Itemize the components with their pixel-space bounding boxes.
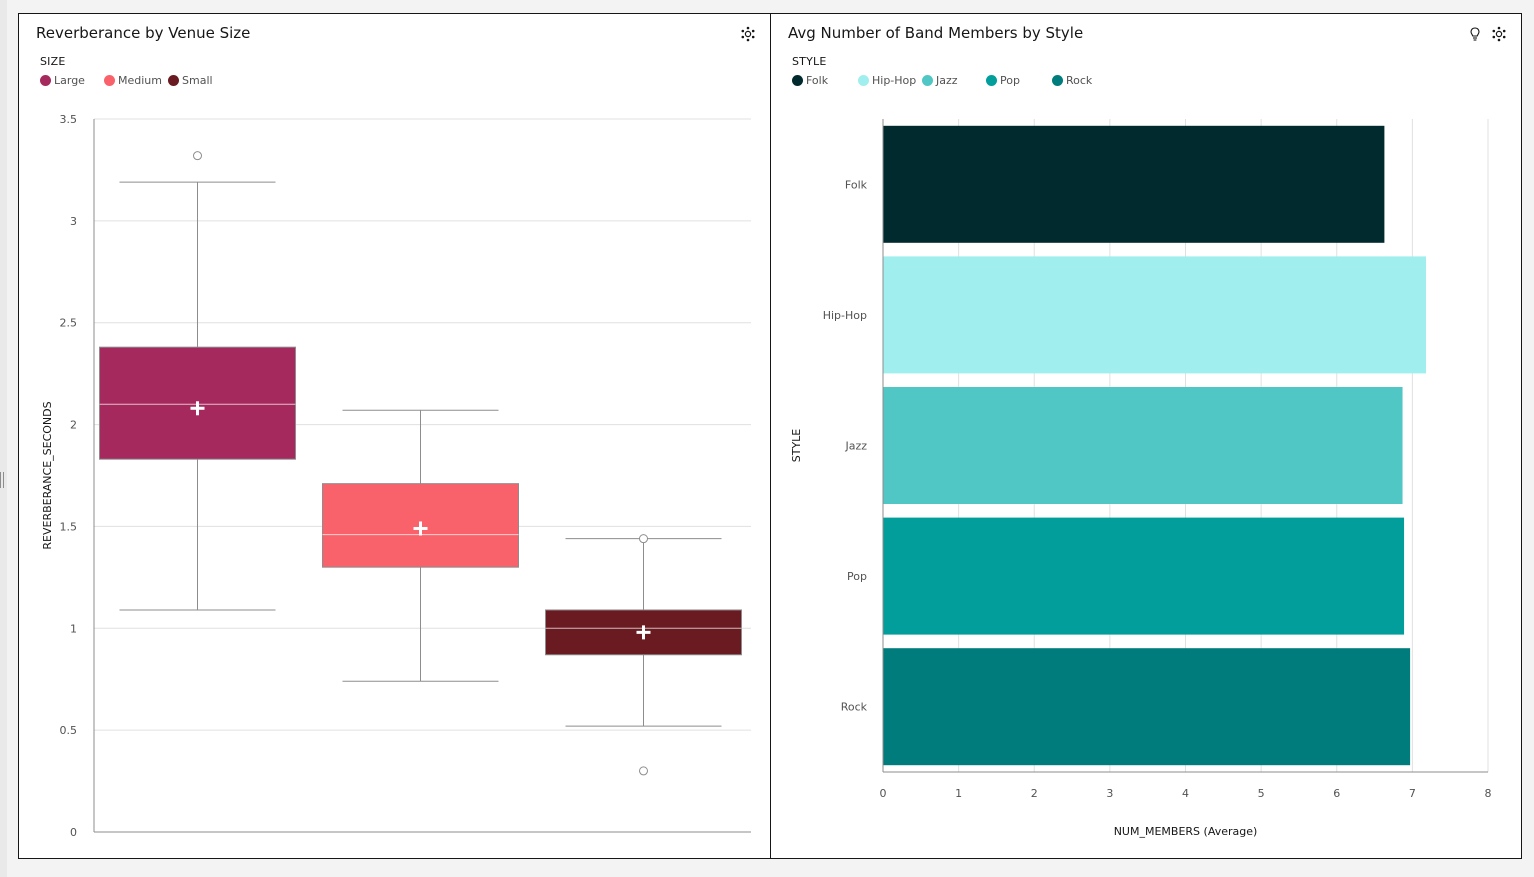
y-tick-label: 2.5 <box>60 317 78 330</box>
reverberance-box-plot-panel: Reverberance by Venue Size SIZE Large Med… <box>18 13 771 859</box>
band-members-bar-chart-panel: Avg Number of Band Members by Style STYL… <box>770 13 1522 859</box>
y-tick-label: 0 <box>70 826 77 839</box>
x-axis-label: NUM_MEMBERS (Average) <box>1114 825 1258 838</box>
box-plot: 0 0.5 1 1.5 2 2.5 3 3.5 REVERBERANCE_SECONDS <box>41 113 751 839</box>
bar-chart: 0 1 2 3 4 5 6 7 8 Folk Hip-Hop Jazz Pop Rock NUM_MEMBE… <box>790 119 1492 838</box>
y-tick-label: 2 <box>70 419 77 432</box>
x-tick-label: 4 <box>1182 787 1189 800</box>
bar-hip-hop <box>883 256 1426 374</box>
y-tick-label: 3 <box>70 215 77 228</box>
y-tick-label: 1.5 <box>60 520 78 533</box>
left-edge-strip <box>0 0 7 877</box>
x-tick-label: 1 <box>955 787 962 800</box>
y-tick-label: Pop <box>847 570 867 583</box>
x-tick-label: 8 <box>1485 787 1492 800</box>
x-tick-label: 2 <box>1031 787 1038 800</box>
resize-handle[interactable] <box>0 472 4 488</box>
bar-rock <box>883 648 1411 766</box>
outlier-point <box>193 151 202 161</box>
y-tick-label: Folk <box>845 178 868 191</box>
y-tick-label: 0.5 <box>60 724 78 737</box>
y-axis-label: REVERBERANCE_SECONDS <box>41 401 54 549</box>
x-tick-label: 6 <box>1333 787 1340 800</box>
y-tick-label: Jazz <box>844 440 867 453</box>
outlier-point <box>639 534 648 544</box>
bar-pop <box>883 517 1405 635</box>
y-axis-label: STYLE <box>790 429 803 463</box>
y-tick-label: Rock <box>841 701 868 714</box>
y-tick-label: 1 <box>70 622 77 635</box>
outlier-point <box>639 766 648 776</box>
x-tick-label: 0 <box>880 787 887 800</box>
x-tick-label: 5 <box>1258 787 1265 800</box>
box-medium <box>322 409 519 682</box>
y-tick-label: 3.5 <box>60 113 78 126</box>
bar-folk <box>883 125 1385 243</box>
box-small <box>545 534 742 776</box>
x-tick-label: 7 <box>1409 787 1416 800</box>
x-tick-label: 3 <box>1106 787 1113 800</box>
bar-jazz <box>883 387 1403 504</box>
y-tick-label: Hip-Hop <box>823 309 867 322</box>
